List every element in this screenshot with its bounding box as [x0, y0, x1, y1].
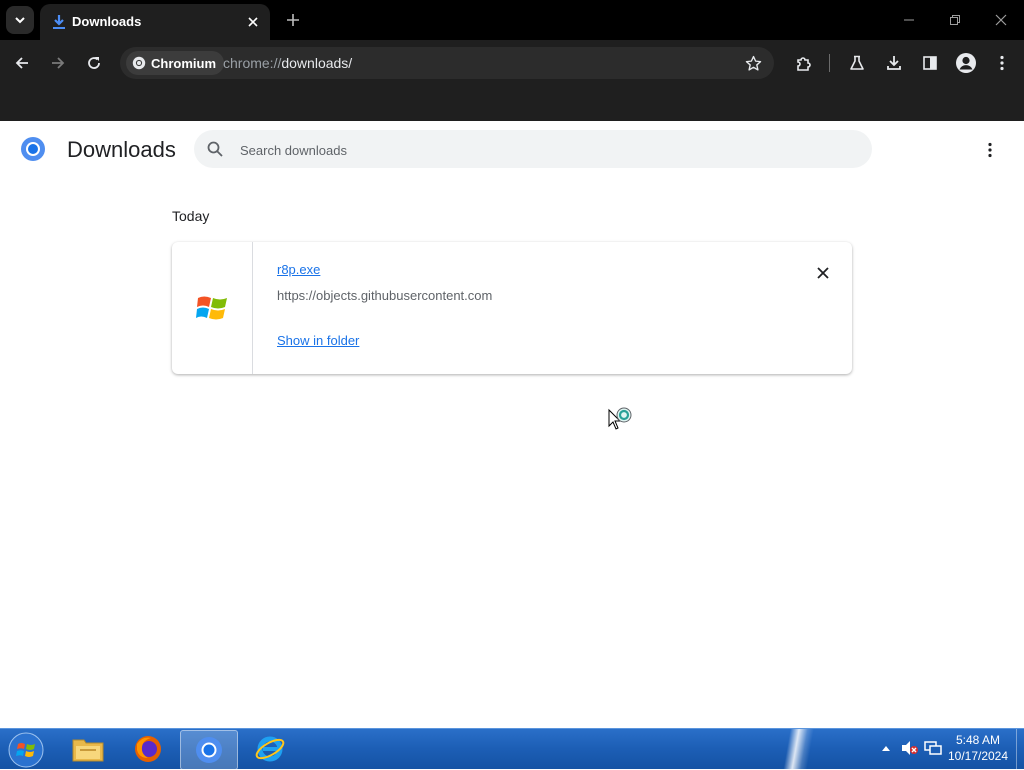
side-panel-icon [923, 56, 937, 70]
windows-exe-icon [196, 296, 227, 320]
star-icon [745, 55, 761, 71]
close-icon [817, 267, 829, 279]
bookmark-star-button[interactable] [740, 50, 766, 76]
reload-icon [88, 57, 100, 69]
plus-icon [287, 14, 299, 26]
remove-from-list-button[interactable] [812, 262, 834, 284]
restore-button[interactable] [944, 10, 966, 30]
clock-date: 10/17/2024 [947, 749, 1009, 763]
forward-arrow-icon [52, 57, 65, 69]
search-icon [207, 141, 223, 157]
start-button[interactable] [6, 731, 46, 769]
tab-strip: Downloads [0, 0, 1024, 40]
file-icon-column [172, 242, 253, 374]
folder-icon [72, 739, 104, 762]
url-scheme: chrome:// [223, 55, 282, 71]
file-name-link[interactable]: r8p.exe [277, 262, 320, 277]
chromium-icon [196, 737, 222, 763]
url-path: downloads/ [281, 55, 353, 71]
clock-time: 5:48 AM [955, 733, 1001, 747]
windows-taskbar: 5:48 AM 10/17/2024 [0, 728, 1024, 770]
extensions-button[interactable] [790, 49, 818, 77]
download-item: r8p.exe https://objects.githubuserconten… [172, 242, 852, 374]
taskbar-internet-explorer[interactable] [242, 730, 298, 768]
tab-search-button[interactable] [6, 6, 34, 34]
date-header: Today [172, 208, 210, 224]
search-input[interactable] [238, 130, 852, 170]
side-panel-button[interactable] [916, 49, 944, 77]
close-icon [248, 17, 258, 27]
bookmarks-bar [0, 85, 1024, 121]
tray-arrow-icon [882, 746, 890, 751]
chromium-icon [21, 137, 45, 161]
download-icon [887, 56, 901, 70]
taskbar-explorer[interactable] [60, 730, 116, 768]
taskbar-firefox[interactable] [120, 730, 176, 768]
labs-flask-icon [850, 55, 864, 70]
page-more-actions-button[interactable] [978, 138, 1002, 162]
volume-muted-icon [902, 741, 918, 755]
chromium-icon [132, 56, 146, 70]
show-in-folder-link[interactable]: Show in folder [277, 333, 359, 348]
taskbar-chromium[interactable] [180, 730, 238, 770]
browser-toolbar: Chromium chrome://downloads/ [0, 40, 1024, 85]
restore-icon [950, 15, 960, 25]
profile-button[interactable] [952, 49, 980, 77]
forward-button[interactable] [44, 49, 72, 77]
profile-icon [956, 53, 976, 73]
new-tab-button[interactable] [282, 9, 304, 31]
page-title: Downloads [67, 137, 176, 162]
kebab-menu-icon [1000, 55, 1004, 71]
chip-label: Chromium [151, 55, 216, 71]
minimize-icon [904, 19, 914, 21]
tab-title: Downloads [72, 14, 142, 29]
toolbar-divider [829, 54, 830, 72]
downloads-button[interactable] [880, 49, 908, 77]
show-desktop-button[interactable] [1016, 729, 1024, 769]
kebab-menu-icon [988, 142, 992, 158]
site-info-chip[interactable]: Chromium [126, 51, 224, 75]
tab-downloads[interactable]: Downloads [40, 4, 270, 40]
minimize-button[interactable] [898, 10, 920, 30]
taskbar-glow [760, 729, 840, 769]
internet-explorer-icon [255, 736, 285, 762]
back-arrow-icon [15, 57, 28, 69]
back-button[interactable] [8, 49, 36, 77]
downloads-page: Downloads Today r8p.exe https://objects.… [0, 121, 1024, 728]
system-clock[interactable]: 5:48 AM 10/17/2024 [940, 732, 1016, 764]
windows-start-icon [8, 732, 44, 768]
tab-close-button[interactable] [244, 13, 262, 31]
labs-button[interactable] [843, 49, 871, 77]
reload-button[interactable] [80, 49, 108, 77]
close-icon [995, 14, 1007, 26]
extensions-icon [797, 57, 811, 71]
firefox-icon [135, 736, 161, 762]
tray-volume[interactable] [900, 737, 920, 759]
omnibox[interactable]: Chromium chrome://downloads/ [120, 47, 774, 79]
close-window-button[interactable] [990, 10, 1012, 30]
tray-show-hidden-button[interactable] [876, 737, 896, 759]
url-text[interactable]: chrome://downloads/ [223, 55, 352, 71]
source-url: https://objects.githubusercontent.com [277, 288, 493, 303]
busy-cursor-icon [608, 407, 632, 430]
chevron-down-icon [15, 17, 25, 24]
browser-menu-button[interactable] [988, 49, 1016, 77]
download-icon [53, 15, 65, 29]
search-bar[interactable] [194, 130, 872, 170]
